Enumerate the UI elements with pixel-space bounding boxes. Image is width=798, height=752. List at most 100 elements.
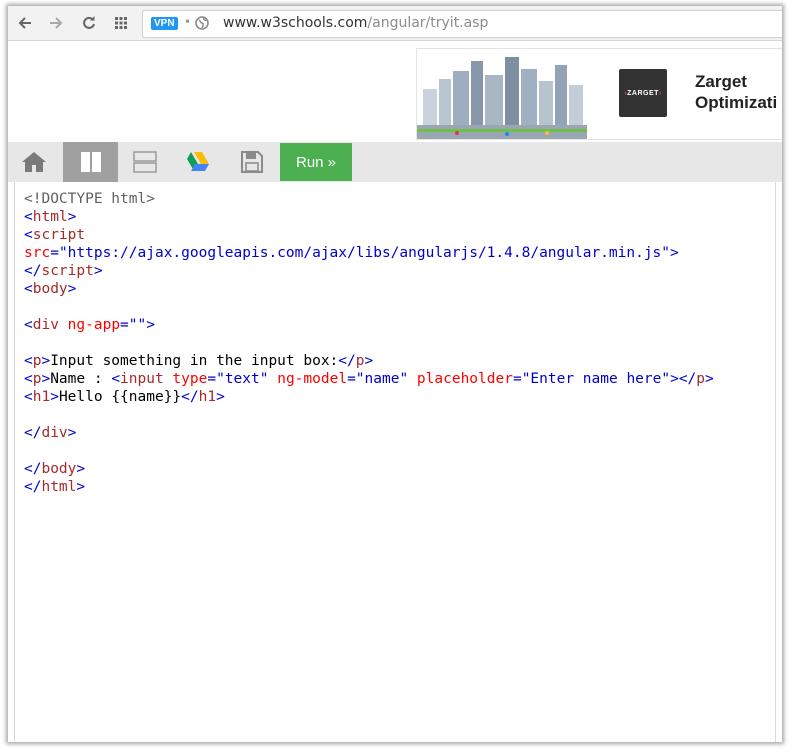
code-line: <body>	[24, 280, 714, 298]
code-line: </html>	[24, 478, 714, 496]
code-token: "name"	[355, 371, 409, 387]
code-token: =	[207, 371, 217, 387]
code-editor[interactable]: <!DOCTYPE html> <html> <script src="https:/…	[14, 182, 776, 742]
code-line: <html>	[24, 208, 714, 226]
code-token: ng-app	[58, 317, 121, 333]
code-token: >	[76, 479, 86, 495]
code-token: h1	[32, 389, 51, 405]
code-token: html	[41, 479, 77, 495]
code-token: =	[50, 245, 59, 261]
code-token: >	[146, 317, 155, 333]
arrow-right-icon	[50, 17, 63, 29]
code-token: >	[41, 371, 51, 387]
two-rows-icon	[132, 151, 157, 173]
code-line: <p>Name : <input type="text" ng-model="n…	[24, 370, 714, 388]
ad-title[interactable]: Zarget Optimizati	[695, 71, 777, 113]
code-token: =	[120, 317, 129, 333]
code-line: </div>	[24, 424, 714, 442]
home-button[interactable]	[8, 142, 60, 182]
code-token: ng-model	[268, 371, 348, 387]
code-token: <	[24, 281, 33, 297]
code-token: html	[32, 209, 68, 225]
url-path: /angular/tryit.asp	[367, 15, 489, 31]
code-token: <	[24, 209, 33, 225]
code-token: Input something in the input box:	[50, 353, 339, 369]
ad-area: ‹ ZARGET › Zarget Optimizati	[8, 41, 782, 140]
logo-text: ZARGET	[627, 89, 659, 97]
code-token: "Enter name here"	[521, 371, 671, 387]
two-columns-icon	[80, 152, 101, 172]
code-token: ></	[670, 371, 697, 387]
vpn-badge[interactable]: VPN	[151, 17, 178, 30]
layout-columns-button[interactable]	[63, 142, 118, 182]
code-token: >	[76, 461, 86, 477]
editor-toolbar: Run »	[8, 142, 782, 182]
code-token: div	[41, 425, 68, 441]
code-token: placeholder	[408, 371, 513, 387]
forward-button[interactable]	[45, 13, 67, 33]
browser-window: VPN • www.w3schools.com/angular/tryit.as…	[8, 6, 782, 742]
home-icon	[22, 152, 46, 172]
code-token: <	[24, 389, 33, 405]
layout-rows-button[interactable]	[118, 142, 171, 182]
code-token: </	[24, 461, 42, 477]
code-token: script	[32, 227, 86, 243]
run-button[interactable]: Run »	[280, 143, 352, 181]
code-token: ""	[128, 317, 147, 333]
code-text[interactable]: <!DOCTYPE html> <html> <script src="https:/…	[24, 190, 714, 496]
code-token: >	[670, 245, 679, 261]
browser-toolbar: VPN • www.w3schools.com/angular/tryit.as…	[8, 6, 782, 41]
back-button[interactable]	[14, 13, 36, 33]
code-line: <h1>Hello {{name}}</h1>	[24, 388, 714, 406]
save-icon	[241, 151, 263, 173]
code-token: body	[32, 281, 68, 297]
url-text[interactable]: www.w3schools.com/angular/tryit.asp	[223, 15, 488, 31]
code-token: >	[67, 425, 77, 441]
code-line: <div ng-app="">	[24, 316, 714, 334]
code-token: src	[24, 245, 51, 261]
separator-dot: •	[184, 15, 192, 29]
code-token: <!DOCTYPE html>	[24, 191, 155, 207]
ad-banner[interactable]: ‹ ZARGET › Zarget Optimizati	[416, 48, 782, 140]
apps-grid-icon	[115, 17, 127, 29]
address-bar[interactable]: VPN • www.w3schools.com/angular/tryit.as…	[142, 10, 782, 38]
code-line: <!DOCTYPE html>	[24, 190, 714, 208]
ad-title-line1: Zarget	[695, 72, 747, 91]
code-token: p	[355, 353, 365, 369]
save-button[interactable]	[225, 142, 279, 182]
code-token: </	[181, 389, 199, 405]
code-line: src="https://ajax.googleapis.com/ajax/li…	[24, 244, 714, 262]
code-line: </body>	[24, 460, 714, 478]
ad-title-line2: Optimizati	[695, 93, 778, 112]
code-line: </script>	[24, 262, 714, 280]
code-token: Hello {{name}}	[58, 389, 182, 405]
code-line: <script	[24, 226, 714, 244]
apps-button[interactable]	[110, 13, 132, 33]
code-token: >	[67, 281, 77, 297]
google-drive-button[interactable]	[171, 142, 225, 182]
city-skyline-image	[417, 49, 587, 139]
code-token: <	[24, 353, 33, 369]
code-token: >	[364, 353, 374, 369]
code-token: script	[41, 263, 94, 279]
code-token: <	[24, 317, 33, 333]
code-token: >	[41, 353, 51, 369]
code-token: >	[67, 209, 77, 225]
arrow-left-icon	[18, 17, 31, 29]
code-token: h1	[198, 389, 217, 405]
google-drive-icon	[187, 152, 209, 171]
code-token: type	[163, 371, 208, 387]
code-token: >	[93, 263, 103, 279]
code-token: >	[216, 389, 225, 405]
code-token: input	[120, 371, 164, 387]
code-token: >	[50, 389, 59, 405]
code-token: "text"	[216, 371, 269, 387]
reload-button[interactable]	[78, 13, 100, 33]
code-token: p	[696, 371, 706, 387]
code-token: <	[24, 371, 33, 387]
url-host: www.w3schools.com	[223, 15, 368, 31]
globe-icon[interactable]	[195, 16, 209, 30]
